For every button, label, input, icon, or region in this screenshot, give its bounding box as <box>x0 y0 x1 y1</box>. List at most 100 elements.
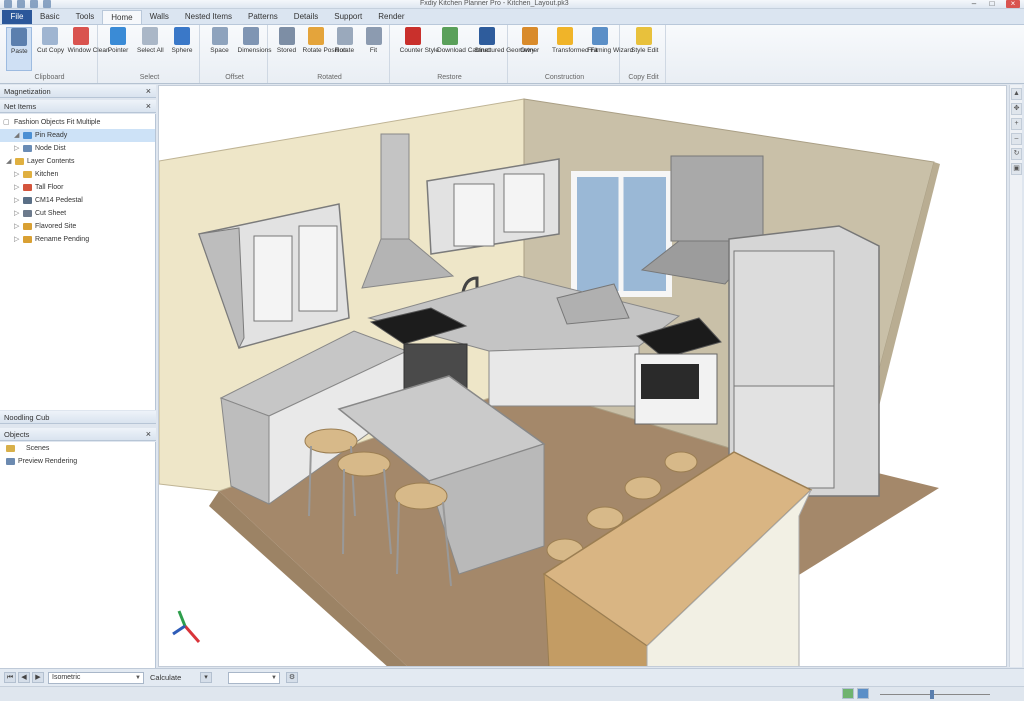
ribbon-button-5-2[interactable]: Framing Wizard <box>587 27 633 54</box>
unit-select[interactable]: ▼ <box>228 672 280 684</box>
close-icon[interactable]: × <box>146 85 151 98</box>
tab-7[interactable]: Details <box>286 10 326 24</box>
ribbon-button-4-0[interactable]: Counter Style <box>400 27 439 54</box>
ribbon-button-3-0[interactable]: Stored <box>274 27 300 54</box>
tab-5[interactable]: Nested Items <box>177 10 240 24</box>
ribbon-button-3-1[interactable]: Rotate Position <box>303 27 347 54</box>
redo-icon[interactable] <box>30 0 38 8</box>
close-icon[interactable]: × <box>146 100 151 113</box>
objects-list-item[interactable]: Scenes <box>0 442 155 455</box>
snap-toggle-icon[interactable] <box>857 688 869 699</box>
ribbon-group-label: Restore <box>437 74 462 81</box>
close-button[interactable]: × <box>1006 0 1020 8</box>
tree-item[interactable]: ▷ Node Dist <box>0 142 155 155</box>
collapse-icon[interactable]: ▢ <box>3 116 10 129</box>
tree-item[interactable]: ◢ Pin Ready <box>0 129 155 142</box>
ribbon-button-1-1[interactable]: Select All <box>137 27 164 54</box>
collapsed-icon[interactable]: ▷ <box>14 207 21 220</box>
objects-panel-header: Objects × <box>0 428 156 441</box>
tree-root[interactable]: ▢ Fashion Objects Fit Multiple <box>0 116 155 129</box>
tree-item[interactable]: ▷ Rename Pending <box>0 233 155 246</box>
ribbon-button-4-2[interactable]: Structured Geometry <box>474 27 535 54</box>
ribbon-button-4-1[interactable]: Download Cabinet <box>437 27 491 54</box>
ribbon-button-5-1[interactable]: Transformed Fit <box>552 27 598 54</box>
grid-toggle-icon[interactable] <box>842 688 854 699</box>
ribbon-button-0-1[interactable]: Cut Copy <box>37 27 64 54</box>
tree-item[interactable]: ▷ Flavored Site <box>0 220 155 233</box>
transform-icon <box>557 27 573 45</box>
expanded-icon[interactable]: ◢ <box>14 129 21 142</box>
minimize-button[interactable]: – <box>970 0 978 8</box>
ribbon-button-5-0[interactable]: Owner <box>517 27 543 54</box>
zoom-slider-thumb[interactable] <box>929 690 934 699</box>
ribbon-button-6-0[interactable]: Style Edit <box>631 27 658 54</box>
ribbon-button-0-2[interactable]: Window Clean <box>68 27 110 54</box>
folder-icon <box>23 145 32 152</box>
tab-4[interactable]: Walls <box>142 10 177 24</box>
close-icon[interactable]: × <box>146 428 151 441</box>
kitchen-3d-scene <box>159 98 940 666</box>
ribbon-button-2-1[interactable]: Dimensions <box>238 27 271 54</box>
print-icon[interactable] <box>43 0 51 8</box>
tab-9[interactable]: Render <box>370 10 412 24</box>
objects-list-label: Preview Rendering <box>18 458 78 465</box>
collapsed-icon[interactable]: ▷ <box>14 168 21 181</box>
fit-icon <box>365 27 382 45</box>
expanded-icon[interactable]: ◢ <box>6 155 13 168</box>
chevron-down-icon: ▼ <box>271 675 277 681</box>
settings-icon[interactable]: ⚙ <box>286 672 298 683</box>
tree-item-label: Cut Sheet <box>35 210 67 217</box>
collapsed-icon[interactable]: ▷ <box>14 194 21 207</box>
zoom-slider[interactable] <box>880 694 990 695</box>
quick-access-toolbar <box>4 0 51 8</box>
rotate-icon <box>307 27 324 45</box>
first-page-icon[interactable]: ⏮ <box>4 672 16 683</box>
collapsed-icon[interactable]: ▷ <box>14 181 21 194</box>
tree-item[interactable]: ▷ Cut Sheet <box>0 207 155 220</box>
tree-item[interactable]: ◢ Layer Contents <box>0 155 155 168</box>
next-page-icon[interactable]: ▶ <box>32 672 44 683</box>
tab-1[interactable]: Basic <box>32 10 68 24</box>
fit-view-icon[interactable]: ▣ <box>1011 163 1022 175</box>
scroll-up-icon[interactable]: ▲ <box>1011 88 1022 100</box>
tree-item[interactable]: ▷ Kitchen <box>0 168 155 181</box>
ribbon-button-3-3[interactable]: Fit <box>361 27 387 54</box>
prev-page-icon[interactable]: ◀ <box>18 672 30 683</box>
zoom-in-icon[interactable]: + <box>1011 118 1022 130</box>
ribbon-button-label: Pointer <box>107 47 129 54</box>
zoom-out-icon[interactable]: – <box>1011 133 1022 145</box>
tree-item-label: Flavored Site <box>35 223 77 230</box>
pan-icon[interactable]: ✥ <box>1011 103 1022 115</box>
tree-item[interactable]: ▷ CM14 Pedestal <box>0 194 155 207</box>
ribbon-group-1: Pointer Select All Sphere Select <box>100 25 200 83</box>
tree-item[interactable]: ▷ Tall Floor <box>0 181 155 194</box>
tab-6[interactable]: Patterns <box>240 10 286 24</box>
ribbon-button-1-2[interactable]: Sphere <box>169 27 195 54</box>
calculate-button[interactable]: ▾ <box>200 672 212 683</box>
save-icon[interactable] <box>4 0 12 8</box>
tab-8[interactable]: Support <box>326 10 370 24</box>
ribbon-group-label: Rotated <box>317 74 342 81</box>
tab-2[interactable]: Tools <box>68 10 103 24</box>
ribbon-button-label: Download Cabinet <box>437 47 491 54</box>
ribbon-button-3-2[interactable]: Rotate <box>332 27 358 54</box>
orbit-icon[interactable]: ↻ <box>1011 148 1022 160</box>
undo-icon[interactable] <box>17 0 25 8</box>
fridge-door <box>733 250 835 390</box>
objects-list-item[interactable]: Preview Rendering <box>0 455 155 468</box>
3d-viewport[interactable] <box>158 85 1007 667</box>
view-select-value: Isometric <box>52 674 81 681</box>
view-select[interactable]: Isometric ▼ <box>48 672 144 684</box>
net-items-panel-title: Net Items <box>4 102 37 111</box>
tab-0[interactable]: File <box>2 10 32 24</box>
collapsed-icon[interactable]: ▷ <box>14 233 21 246</box>
ribbon-button-label: Select All <box>137 47 164 54</box>
collapsed-icon[interactable]: ▷ <box>14 220 21 233</box>
maximize-button[interactable]: □ <box>988 0 996 8</box>
ribbon-button-0-0[interactable]: Paste <box>6 27 33 71</box>
ribbon-button-2-0[interactable]: Space <box>207 27 233 54</box>
tree-item-label: Pin Ready <box>35 132 68 139</box>
collapsed-icon[interactable]: ▷ <box>14 142 21 155</box>
ribbon-button-1-0[interactable]: Pointer <box>105 27 131 54</box>
tab-3[interactable]: Home <box>102 10 142 24</box>
